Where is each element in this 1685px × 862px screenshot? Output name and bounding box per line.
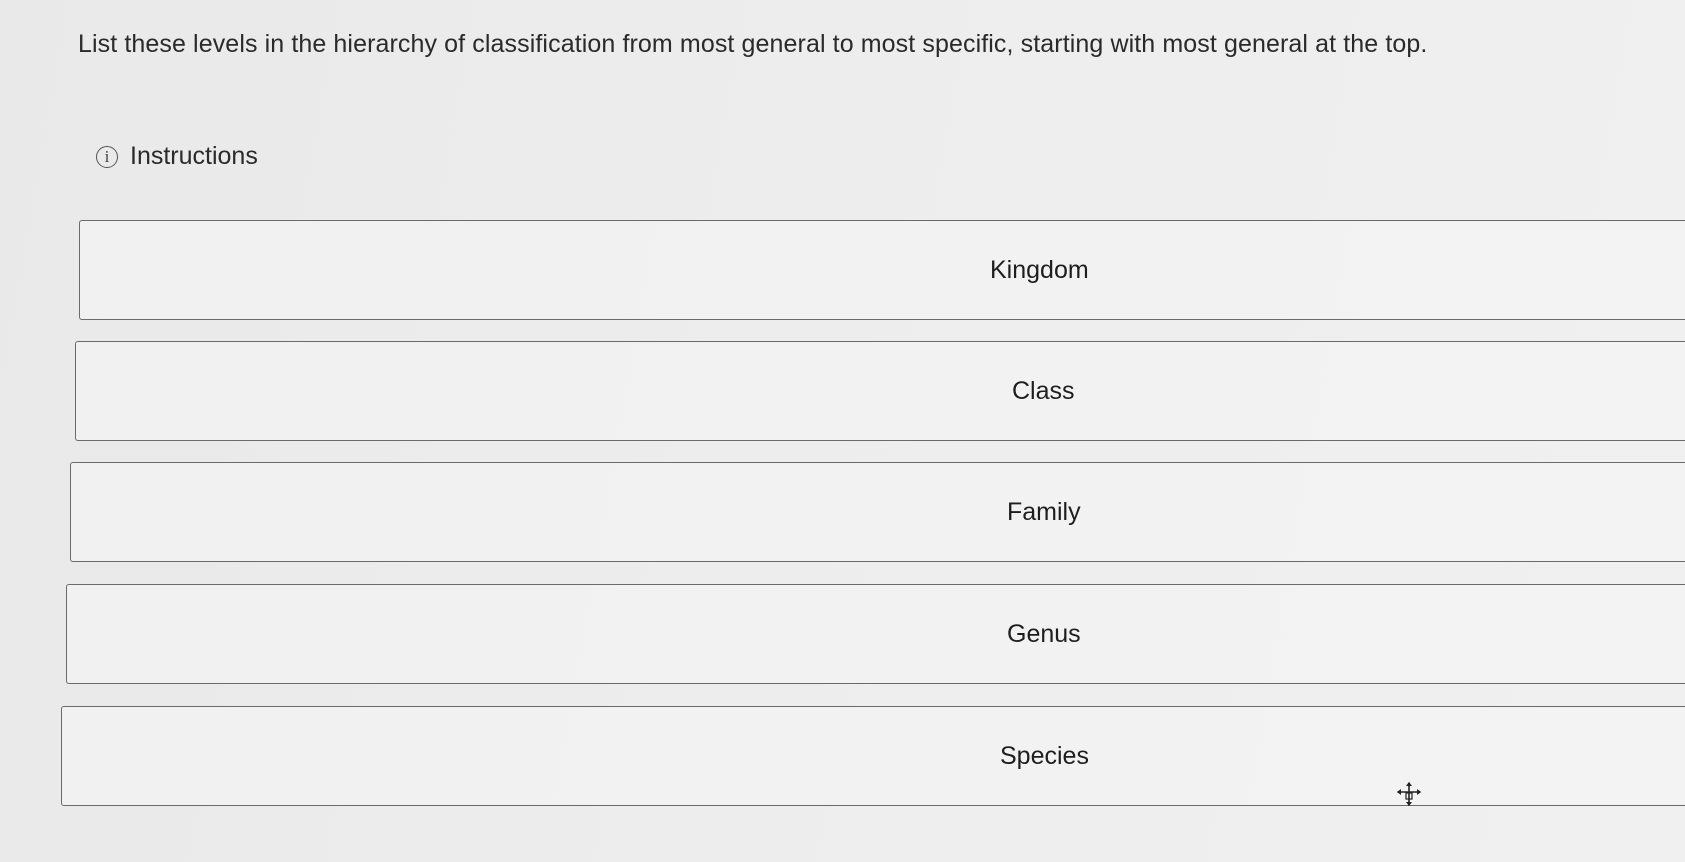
ordering-item-genus[interactable]: Genus (66, 584, 1685, 684)
ordering-item-class[interactable]: Class (75, 341, 1685, 441)
ordering-item-label: Genus (1007, 619, 1081, 648)
ordering-item-label: Species (1000, 741, 1089, 770)
move-cursor-icon (1397, 782, 1421, 806)
ordering-item-label: Class (1012, 376, 1075, 405)
ordering-item-kingdom[interactable]: Kingdom (79, 220, 1685, 320)
ordering-list: Kingdom Class Family Genus Species (0, 0, 1685, 862)
ordering-item-label: Kingdom (990, 255, 1089, 284)
ordering-item-label: Family (1007, 497, 1081, 526)
ordering-item-family[interactable]: Family (70, 462, 1685, 562)
ordering-item-species[interactable]: Species (61, 706, 1685, 806)
